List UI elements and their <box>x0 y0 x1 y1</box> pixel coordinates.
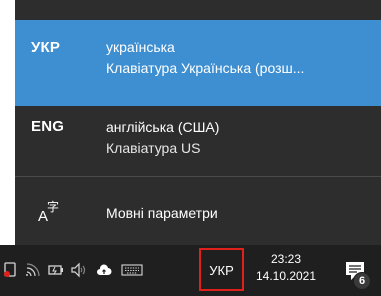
language-code: ENG <box>31 118 65 135</box>
language-settings-icon: A 字 <box>38 199 59 224</box>
language-option-ukr[interactable]: УКР українська Клавіатура Українська (ро… <box>15 20 381 106</box>
notification-badge: 6 <box>353 272 371 290</box>
cloud-icon[interactable] <box>96 262 112 278</box>
keyboard-layout: Клавіатура US <box>106 140 201 156</box>
svg-text:字: 字 <box>47 199 59 214</box>
clock-time: 23:23 <box>270 252 302 266</box>
keyboard-icon[interactable] <box>121 262 143 278</box>
antivirus-icon[interactable] <box>2 262 18 278</box>
volume-icon[interactable] <box>70 262 86 278</box>
taskbar: УКР 23:23 14.10.2021 6 <box>0 245 381 296</box>
input-indicator-button[interactable]: УКР <box>199 248 244 291</box>
screen: УКР українська Клавіатура Українська (ро… <box>0 0 381 296</box>
clock-date: 14.10.2021 <box>255 269 317 283</box>
keyboard-layout: Клавіатура Українська (розш... <box>106 60 305 76</box>
language-flyout: УКР українська Клавіатура Українська (ро… <box>15 0 381 245</box>
language-name: англійська (США) <box>106 119 220 135</box>
clock[interactable]: 23:23 14.10.2021 <box>250 251 322 285</box>
language-name: українська <box>106 39 175 55</box>
language-settings-label: Мовні параметри <box>106 205 218 221</box>
language-settings-link[interactable]: A 字 Мовні параметри <box>15 186 381 234</box>
language-option-eng[interactable]: ENG англійська (США) Клавіатура US <box>15 106 381 176</box>
battery-icon[interactable] <box>48 262 64 278</box>
divider <box>15 176 381 177</box>
language-code: УКР <box>31 39 61 56</box>
input-indicator-label: УКР <box>209 263 234 278</box>
network-icon[interactable] <box>25 262 41 278</box>
